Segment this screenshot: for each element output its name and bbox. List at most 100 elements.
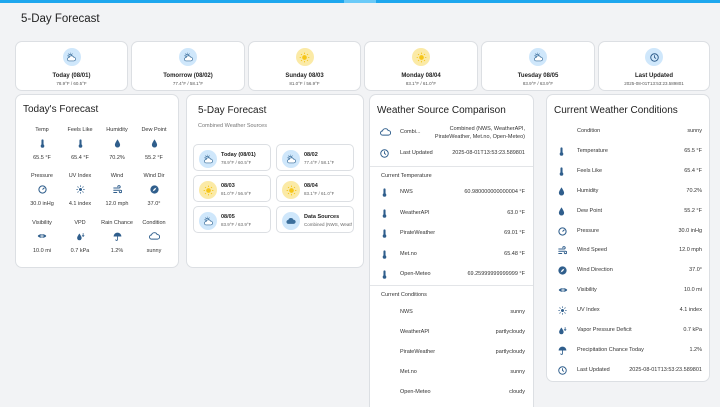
partly-cloudy-icon xyxy=(199,150,217,168)
forecast-tile[interactable]: 08/02 77.4°F / 58.1°F xyxy=(276,144,354,171)
current-condition-value: 30.0 inHg xyxy=(678,227,702,234)
page-title: 5-Day Forecast xyxy=(21,13,100,25)
forecast-tile[interactable]: 08/05 83.9°F / 63.9°F xyxy=(193,206,271,233)
current-condition-value: 0.7 kPa xyxy=(683,327,702,333)
current-condition-label: Dew Point xyxy=(577,207,603,214)
source-name: NWS xyxy=(400,189,413,195)
todays-forecast-item-value: 55.2 °F xyxy=(145,155,163,161)
current-condition-label: Pressure xyxy=(577,227,600,234)
todays-forecast-title: Today's Forecast xyxy=(23,104,99,115)
forecast-tile-title: 08/04 xyxy=(304,183,318,189)
current-condition-label: Precipitation Chance Today xyxy=(577,346,644,353)
forecast-card-tuesday[interactable]: Tuesday 08/05 83.9°F / 63.9°F xyxy=(481,41,595,91)
thermometer-icon xyxy=(381,188,388,199)
current-condition-label: UV Index xyxy=(577,307,600,314)
todays-forecast-item-value: 70.2% xyxy=(109,155,125,161)
divider xyxy=(370,285,533,286)
thermometer-icon xyxy=(558,147,565,158)
todays-forecast-item-label: Pressure xyxy=(30,173,53,179)
forecast-tile-title: Data Sources xyxy=(304,214,340,220)
thermometer-icon xyxy=(381,208,388,220)
source-name: Met.no xyxy=(400,250,417,257)
compass-icon xyxy=(135,185,173,194)
current-condition-value: 2025-08-01T13:53:23.589801 xyxy=(629,366,702,373)
todays-forecast-item: Feels Like 65.4 °F xyxy=(61,127,99,161)
source-temperature: 65.48 °F xyxy=(504,250,525,257)
forecast-card-today[interactable]: Today (08/01) 78.9°F / 60.5°F xyxy=(15,41,128,91)
uv-icon xyxy=(61,185,99,194)
todays-forecast-item-value: 1.2% xyxy=(110,248,124,254)
forecast-tile-temps: 83.1°F / 61.0°F xyxy=(304,191,335,196)
todays-forecast-item-label: Humidity xyxy=(106,127,128,133)
forecast-tile[interactable]: Data Sources Combined (NWS, WeatherAPI, … xyxy=(276,206,354,233)
forecast-tile[interactable]: 08/03 81.0°F / 56.9°F xyxy=(193,175,271,202)
todays-forecast-item-value: 0.7 kPa xyxy=(70,248,90,254)
source-temperature: 63.0 °F xyxy=(507,209,525,216)
forecast-card-temps: 77.4°F / 58.1°F xyxy=(172,81,204,86)
clock-icon xyxy=(380,149,389,160)
current-condition-value: 10.0 mi xyxy=(683,287,702,294)
partly-cloudy-icon xyxy=(199,212,217,230)
todays-forecast-item: UV Index 4.1 index xyxy=(61,173,99,207)
thermometer-icon xyxy=(381,229,388,240)
droplet-icon xyxy=(98,139,136,148)
forecast-tile[interactable]: 08/04 83.1°F / 61.0°F xyxy=(276,175,354,202)
forecast-card-monday[interactable]: Monday 08/04 83.1°F / 61.0°F xyxy=(364,41,478,91)
todays-forecast-item: Wind 12.0 mph xyxy=(98,173,136,207)
combined-row: Combi... Combined (NWS, WeatherAPI, Pira… xyxy=(370,126,533,146)
forecast-tile[interactable]: Today (08/01) 78.9°F / 60.5°F xyxy=(193,144,271,171)
current-condition-label: Wind Speed xyxy=(577,247,607,254)
todays-forecast-item-label: Temp xyxy=(35,127,49,133)
source-name: Met.no xyxy=(400,369,417,375)
source-condition: sunny xyxy=(510,369,525,375)
cloud-icon xyxy=(282,212,300,230)
source-name: Open-Meteo xyxy=(400,389,431,395)
eye-icon xyxy=(558,286,568,296)
forecast-card-temps: 78.9°F / 60.5°F xyxy=(56,81,87,86)
current-condition-label: Wind Direction xyxy=(577,267,613,274)
forecast-tile-temps: Combined (NWS, WeatherAPI, PirateWeather… xyxy=(304,222,352,227)
gauge-icon xyxy=(23,185,61,194)
forecast-card-last-updated[interactable]: Last Updated 2025-08-01T13:53:23.589801 xyxy=(598,41,710,91)
current-condition-label: Humidity xyxy=(577,187,599,194)
thermometer-icon xyxy=(381,249,388,261)
current-condition-value: 65.5 °F xyxy=(684,147,702,154)
current-condition-value: 4.1 index xyxy=(679,307,702,314)
current-condition-value: 55.2 °F xyxy=(684,207,702,214)
source-name: PirateWeather xyxy=(400,230,436,236)
current-condition-label: Last Updated xyxy=(577,366,610,373)
todays-forecast-item-label: UV Index xyxy=(68,173,92,179)
todays-forecast-item: Visibility 10.0 mi xyxy=(23,220,61,254)
current-condition-label: Vapor Pressure Deficit xyxy=(577,327,632,333)
gauge-icon xyxy=(558,226,567,238)
todays-forecast-item-value: 65.5 °F xyxy=(33,155,51,161)
combined-value-line2: PirateWeather, Met.no, Open-Meteo) xyxy=(434,134,525,140)
forecast-tile-temps: 78.9°F / 60.5°F xyxy=(221,160,252,165)
todays-forecast-item-value: 30.0 inHg xyxy=(30,201,54,207)
todays-forecast-item: Dew Point 55.2 °F xyxy=(135,127,173,161)
combined-value-line1: Combined (NWS, WeatherAPI, xyxy=(449,126,525,132)
rain-icon xyxy=(98,232,136,241)
forecast-tile-temps: 83.9°F / 63.9°F xyxy=(221,222,252,227)
forecast-card-tomorrow[interactable]: Tomorrow (08/02) 77.4°F / 58.1°F xyxy=(131,41,245,91)
current-weather-conditions-card: Current Weather Conditions Condition sun… xyxy=(546,94,710,382)
partly-cloudy-icon xyxy=(282,150,300,168)
thermometer-icon xyxy=(381,270,388,281)
forecast-card-temps: 83.1°F / 61.0°F xyxy=(405,81,437,86)
current-condition-value: sunny xyxy=(687,128,702,134)
partly-cloudy-icon xyxy=(529,48,547,66)
cloud-icon xyxy=(135,232,173,241)
source-temperature: 69.01 °F xyxy=(504,230,525,236)
current-condition-value: 70.2% xyxy=(686,187,702,194)
current-condition-label: Visibility xyxy=(577,287,597,294)
five-day-forecast-card: 5-Day Forecast Combined Weather Sources … xyxy=(186,94,364,268)
source-name: WeatherAPI xyxy=(400,329,430,335)
forecast-card-sunday[interactable]: Sunday 08/03 81.0°F / 56.9°F xyxy=(248,41,361,91)
source-condition: partlycloudy xyxy=(495,349,525,355)
forecast-card-title: Tuesday 08/05 xyxy=(517,73,559,79)
todays-forecast-card: Today's Forecast Temp 65.5 °F Feels Like … xyxy=(15,94,179,268)
current-condition-value: 65.4 °F xyxy=(684,167,702,174)
top-accent-bar xyxy=(0,0,720,3)
todays-forecast-item-value: 65.4 °F xyxy=(71,155,89,161)
todays-forecast-item: Temp 65.5 °F xyxy=(23,127,61,161)
